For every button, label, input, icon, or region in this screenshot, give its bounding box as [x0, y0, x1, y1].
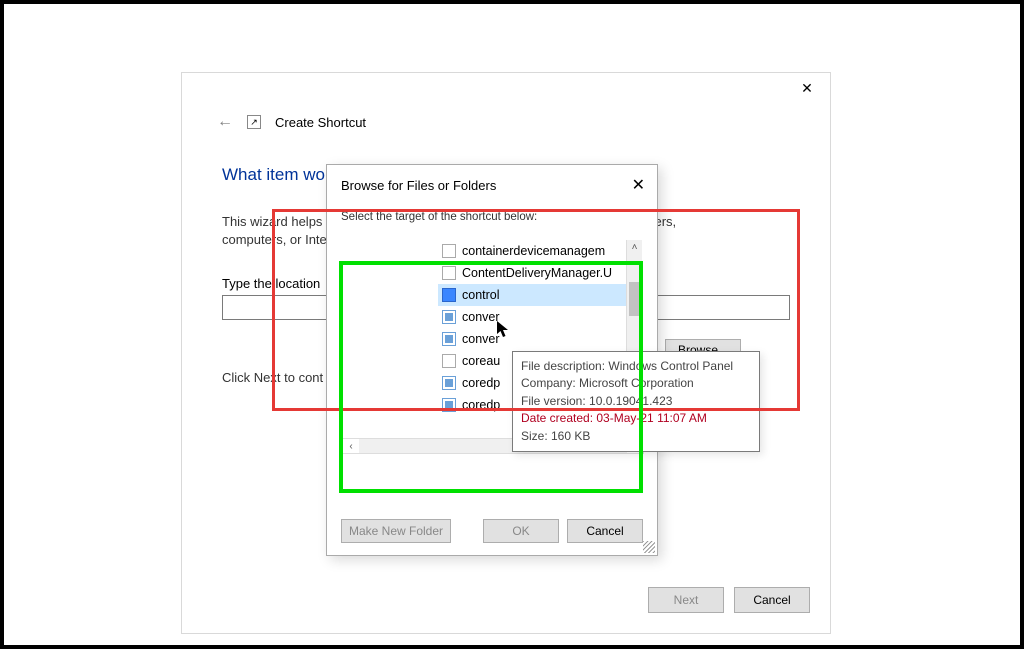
tooltip-line: File version: 10.0.19041.423: [521, 393, 751, 410]
back-arrow-icon[interactable]: ←: [217, 113, 233, 131]
wizard-button-row: Next Cancel: [648, 587, 810, 613]
tree-item[interactable]: conver: [438, 306, 632, 328]
file-tooltip: File description: Windows Control Panel …: [512, 351, 760, 452]
tooltip-line: File description: Windows Control Panel: [521, 358, 751, 375]
make-new-folder-button[interactable]: Make New Folder: [341, 519, 451, 543]
window-close-button[interactable]: ✕: [784, 73, 830, 103]
resize-grip-icon[interactable]: [643, 541, 655, 553]
browse-subtitle: Select the target of the shortcut below:: [327, 205, 657, 230]
system-icon: [442, 398, 456, 412]
close-icon: ✕: [801, 81, 813, 95]
screenshot-frame: ✕ ← ↗ Create Shortcut What item wo This …: [0, 0, 1024, 649]
tree-item-label: coredp: [462, 376, 500, 390]
tree-item-control[interactable]: control: [438, 284, 632, 306]
tooltip-line: Company: Microsoft Corporation: [521, 375, 751, 392]
tree-item-label: containerdevicemanagem: [462, 244, 605, 258]
tree-item-label: conver: [462, 310, 500, 324]
browse-button-row: Make New Folder OK Cancel: [327, 519, 657, 543]
app-icon: [442, 288, 456, 302]
browse-cancel-button[interactable]: Cancel: [567, 519, 643, 543]
tree-item-label: coreau: [462, 354, 500, 368]
tree-item[interactable]: ContentDeliveryManager.U: [438, 262, 632, 284]
tree-item[interactable]: conver: [438, 328, 632, 350]
tree-item[interactable]: containerdevicemanagem: [438, 240, 632, 262]
scroll-left-icon[interactable]: ‹: [343, 441, 359, 452]
browse-close-button[interactable]: ✕: [632, 175, 645, 195]
tree-item-label: coredp: [462, 398, 500, 412]
ok-button[interactable]: OK: [483, 519, 559, 543]
scroll-thumb[interactable]: [629, 282, 641, 316]
file-icon: [442, 244, 456, 258]
system-icon: [442, 310, 456, 324]
system-icon: [442, 376, 456, 390]
header-row: ← ↗ Create Shortcut: [182, 103, 830, 137]
browse-titlebar: Browse for Files or Folders ✕: [327, 165, 657, 205]
tree-item-label: control: [462, 288, 500, 302]
browse-title: Browse for Files or Folders: [341, 178, 496, 193]
titlebar: ✕: [182, 73, 830, 103]
file-icon: [442, 266, 456, 280]
tooltip-line-date: Date created: 03-May-21 11:07 AM: [521, 410, 751, 427]
window-title: Create Shortcut: [275, 115, 366, 130]
wizard-text-part1: This wizard helps y: [222, 214, 333, 229]
system-icon: [442, 332, 456, 346]
file-icon: [442, 354, 456, 368]
next-button[interactable]: Next: [648, 587, 724, 613]
tree-item-label: ContentDeliveryManager.U: [462, 266, 612, 280]
scroll-up-icon[interactable]: ˄: [627, 240, 642, 256]
shortcut-icon: ↗: [247, 115, 261, 129]
tooltip-line: Size: 160 KB: [521, 428, 751, 445]
tree-item-label: conver: [462, 332, 500, 346]
cancel-button[interactable]: Cancel: [734, 587, 810, 613]
